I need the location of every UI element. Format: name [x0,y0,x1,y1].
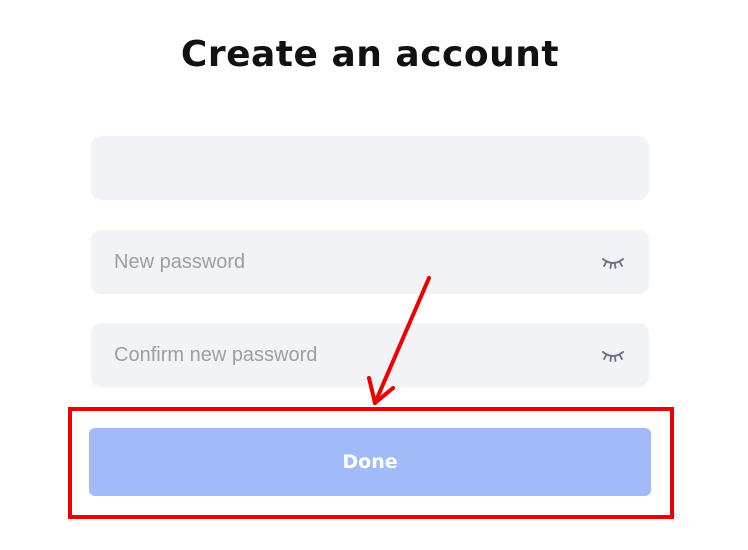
highlight-box [68,407,674,519]
confirm-password-field[interactable] [91,323,649,387]
new-password-field-container[interactable] [91,230,649,294]
eye-closed-icon[interactable] [601,255,625,269]
eye-closed-icon[interactable] [601,348,625,362]
new-password-field[interactable] [91,230,649,294]
email-field-container[interactable] [91,136,649,200]
confirm-password-field-container[interactable] [91,323,649,387]
page-title: Create an account [180,34,560,75]
email-field[interactable] [91,136,649,200]
